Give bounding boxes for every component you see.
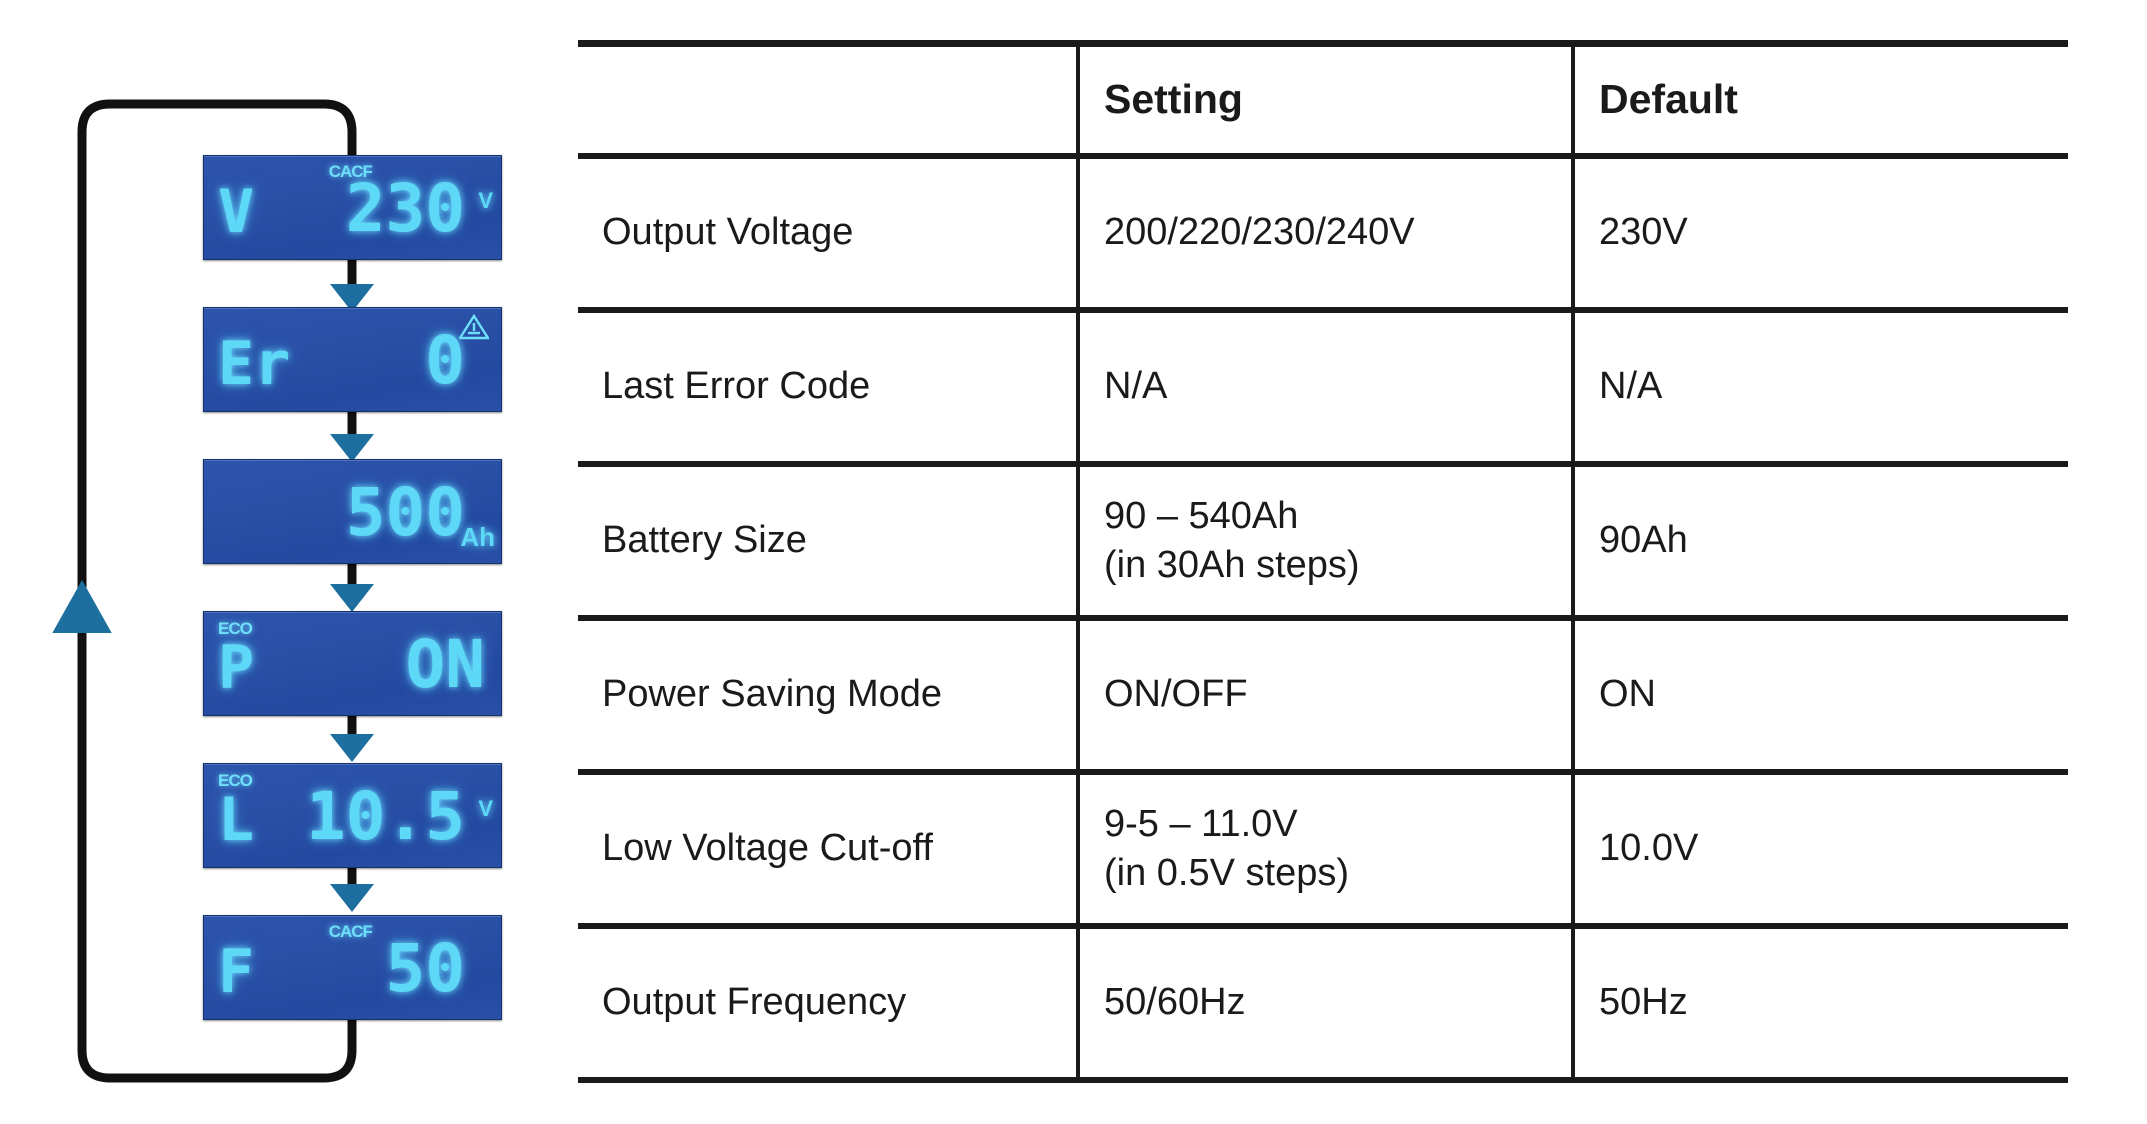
row-label-last-error-code: Last Error Code [578,306,1078,464]
lcd-unit-output-voltage: V [478,188,493,213]
lcd-screen-low-voltage-cutoff[interactable]: ECO L 10.5 V [203,763,502,868]
setting-line: 200/220/230/240V [1104,211,1415,253]
table-row: Output Voltage 200/220/230/240V 230V [578,152,2068,310]
column-header-parameter [578,40,1078,156]
lcd-label-low-voltage-cutoff: L [218,785,255,855]
page-root: CACF V 230 V Er 0 500 Ah ECO P ON ECO L … [0,0,2147,1124]
row-setting-last-error-code: N/A [1076,306,1573,464]
lcd-value-last-error-code: 0 [425,322,465,399]
setting-line: N/A [1104,365,1168,407]
settings-table: Setting Default Output Voltage 200/220/2… [578,40,2068,1083]
setting-line: (in 0.5V steps) [1104,851,1349,894]
table-row: Low Voltage Cut-off 9-5 – 11.0V (in 0.5V… [578,768,2068,926]
setting-line: 50/60Hz [1104,981,1246,1023]
row-setting-output-voltage: 200/220/230/240V [1076,152,1573,310]
row-default-battery-size: 90Ah [1571,460,2068,618]
setting-line: ON/OFF [1104,673,1248,715]
table-row: Last Error Code N/A N/A [578,306,2068,464]
lcd-value-battery-size: 500 [345,474,465,551]
row-default-output-voltage: 230V [1571,152,2068,310]
lcd-value-output-voltage: 230 [345,170,465,247]
lcd-unit-low-voltage-cutoff: V [478,796,493,821]
lcd-label-power-saving-mode: P [218,633,255,703]
row-default-low-voltage-cutoff: 10.0V [1571,768,2068,926]
lcd-value-low-voltage-cutoff: 10.5 [306,778,465,855]
table-row: Power Saving Mode ON/OFF ON [578,614,2068,772]
row-setting-output-frequency: 50/60Hz [1076,922,1573,1083]
table-header-row: Setting Default [578,40,2068,156]
setting-line: (in 30Ah steps) [1104,543,1360,586]
lcd-value-output-frequency: 50 [385,930,465,1007]
lcd-value-power-saving-mode: ON [405,626,485,703]
lcd-screen-power-saving-mode[interactable]: ECO P ON [203,611,502,716]
lcd-screen-output-voltage[interactable]: CACF V 230 V [203,155,502,260]
lcd-screen-last-error-code[interactable]: Er 0 [203,307,502,412]
column-header-default: Default [1571,40,2068,156]
row-setting-battery-size: 90 – 540Ah (in 30Ah steps) [1076,460,1573,618]
lcd-unit-battery-size: Ah [460,522,495,552]
menu-cycle-diagram: CACF V 230 V Er 0 500 Ah ECO P ON ECO L … [0,0,560,1124]
up-arrow-icon [52,579,112,633]
lcd-label-last-error-code: Er [218,329,291,399]
table-row: Output Frequency 50/60Hz 50Hz [578,922,2068,1083]
row-label-power-saving-mode: Power Saving Mode [578,614,1078,772]
lcd-screen-stack: CACF V 230 V Er 0 500 Ah ECO P ON ECO L … [203,155,502,1020]
row-default-power-saving-mode: ON [1571,614,2068,772]
ac-mode-icon: CACF [328,922,373,941]
row-label-low-voltage-cutoff: Low Voltage Cut-off [578,768,1078,926]
lcd-screen-output-frequency[interactable]: CACF F 50 [203,915,502,1020]
table-row: Battery Size 90 – 540Ah (in 30Ah steps) … [578,460,2068,618]
lcd-screen-battery-size[interactable]: 500 Ah [203,459,502,564]
row-label-output-frequency: Output Frequency [578,922,1078,1083]
settings-table-wrapper: Setting Default Output Voltage 200/220/2… [578,40,2068,1083]
column-header-setting: Setting [1076,40,1573,156]
row-setting-power-saving-mode: ON/OFF [1076,614,1573,772]
row-label-output-voltage: Output Voltage [578,152,1078,310]
row-default-output-frequency: 50Hz [1571,922,2068,1083]
setting-line: 90 – 540Ah [1104,494,1299,537]
lcd-label-output-voltage: V [218,177,255,247]
setting-line: 9-5 – 11.0V [1104,802,1298,845]
row-label-battery-size: Battery Size [578,460,1078,618]
row-default-last-error-code: N/A [1571,306,2068,464]
row-setting-low-voltage-cutoff: 9-5 – 11.0V (in 0.5V steps) [1076,768,1573,926]
lcd-label-output-frequency: F [218,937,255,1007]
